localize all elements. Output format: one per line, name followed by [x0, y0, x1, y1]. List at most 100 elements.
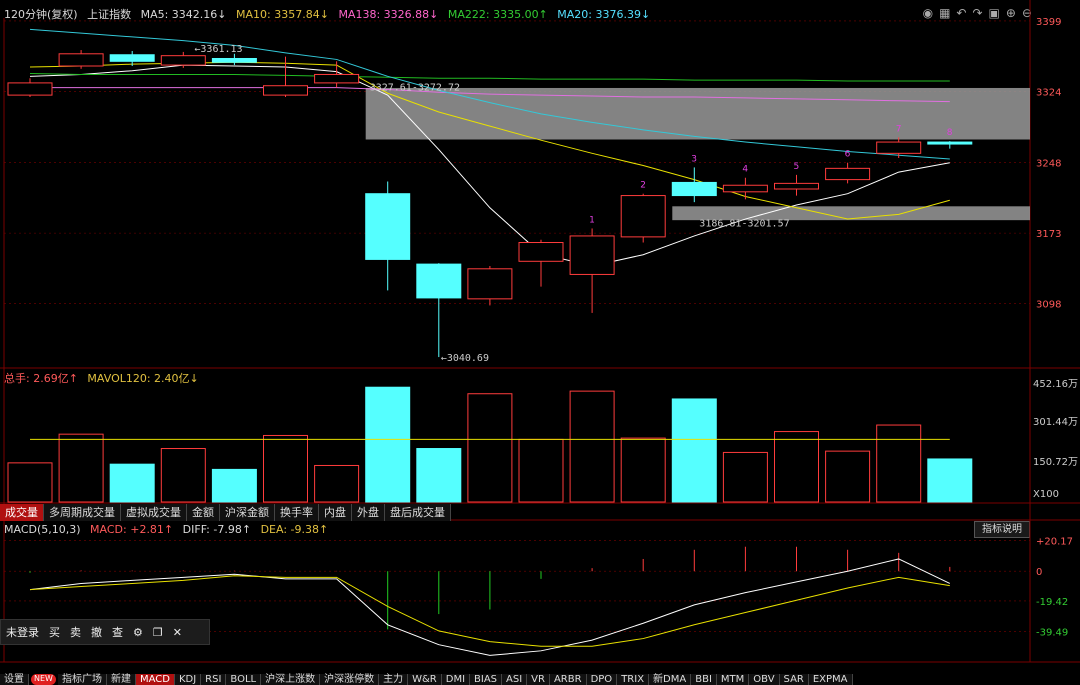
candle-body [774, 182, 819, 190]
trade-toolbar-item[interactable]: 未登录 [1, 624, 44, 640]
indicator-tab[interactable]: 沪深上涨数 [261, 674, 321, 685]
volume-bar [927, 458, 973, 503]
trade-toolbar-item[interactable]: ⚙ [128, 626, 148, 639]
volume-tick-label: 150.72万 [1033, 457, 1078, 468]
indicator-tab[interactable]: ASI [502, 674, 528, 685]
trade-toolbar-item[interactable]: 撤 [86, 624, 107, 640]
candle-body [825, 167, 871, 181]
volume-bar [671, 398, 717, 503]
candle-body [263, 85, 308, 96]
price-tick-label: 3399 [1036, 17, 1061, 28]
indicator-tab[interactable]: DMI [441, 674, 471, 685]
indicator-tab[interactable]: BBI [691, 674, 717, 685]
candle-body [518, 242, 564, 262]
volume-tab[interactable]: 金额 [187, 504, 220, 521]
volume-tick-label: 452.16万 [1033, 379, 1078, 390]
indicator-tab[interactable]: RSI [201, 674, 227, 685]
trade-toolbar: 未登录买卖撤查 ⚙ ❐ ✕ [0, 619, 210, 645]
indicator-tab[interactable]: DPO [586, 674, 618, 685]
indicator-tab[interactable]: MTM [716, 674, 750, 685]
indicator-tab[interactable]: VR [527, 674, 550, 685]
indicator-tab[interactable]: 新DMA [649, 674, 692, 685]
volume-tab[interactable]: 成交量 [0, 504, 44, 521]
indicator-tab[interactable]: OBV [749, 674, 780, 685]
volume-bar [825, 450, 871, 503]
volume-tick-label: 301.44万 [1033, 417, 1078, 428]
stock-chart[interactable]: 3399 3324 3248 3173 3098 1 2 3 4 5 6 7 8 ←3361.13 3327… [0, 0, 1080, 685]
candle-count-label: 1 [589, 215, 595, 225]
indicator-tab[interactable]: 指标广场 [57, 674, 107, 685]
volume-bar [160, 448, 206, 503]
volume-tab[interactable]: 沪深金额 [220, 504, 275, 521]
volume-bar [722, 451, 768, 503]
price-annotation: 3327.61-3272.72 [370, 82, 460, 93]
indicator-tab[interactable]: BIAS [470, 674, 503, 685]
volume-bar [518, 438, 564, 503]
candle-count-label: 5 [794, 162, 800, 172]
price-annotation: ←3361.13 [194, 44, 242, 55]
candle-count-label: 7 [896, 124, 902, 134]
volume-bar [569, 390, 615, 503]
indicator-tab[interactable]: MACD [135, 674, 175, 685]
macd-tick-label: -19.42 [1036, 597, 1068, 608]
candle-body [416, 263, 462, 299]
indicator-tab[interactable]: TRIX [617, 674, 650, 685]
trade-toolbar-item[interactable]: 查 [107, 624, 128, 640]
volume-tab[interactable]: 虚拟成交量 [121, 504, 187, 521]
candle-body [927, 141, 973, 145]
volume-bar [263, 434, 308, 503]
indicator-tabs: 设置 NEW 指标广场 新建 MACD KDJ RSI BOLL 沪深上涨数 沪深涨停数 主力 W&R… [0, 674, 853, 685]
price-tick-label: 3248 [1036, 159, 1061, 170]
low-price-annotation: ←3040.69 [441, 353, 489, 364]
volume-bar [876, 424, 922, 503]
candle-body [620, 195, 666, 238]
indicator-tab[interactable]: 沪深涨停数 [320, 674, 380, 685]
indicator-tab[interactable]: EXPMA [808, 674, 853, 685]
indicator-tab[interactable]: 主力 [379, 674, 409, 685]
candle-body [58, 53, 104, 67]
new-badge: NEW [31, 674, 56, 685]
volume-bar [109, 463, 155, 503]
volume-bar [416, 448, 462, 503]
price-tick-label: 3324 [1036, 87, 1061, 98]
volume-bar [58, 433, 104, 503]
volume-bar [211, 468, 257, 503]
trade-toolbar-item[interactable]: ✕ [168, 626, 187, 639]
volume-tabs: 成交量 多周期成交量 虚拟成交量 金额 沪深金额 换手率 内盘 外盘 盘后成交量 [0, 504, 451, 521]
volume-tab[interactable]: 换手率 [275, 504, 319, 521]
trade-toolbar-item[interactable]: 买 [44, 624, 65, 640]
indicator-tab[interactable]: W&R [408, 674, 442, 685]
indicator-tab[interactable]: BOLL [226, 674, 262, 685]
volume-tab[interactable]: 多周期成交量 [44, 504, 121, 521]
candle-body [314, 73, 360, 84]
volume-bar [7, 462, 53, 503]
candle-count-label: 8 [947, 128, 953, 138]
price-tick-label: 3098 [1036, 300, 1061, 311]
price-tick-label: 3173 [1036, 229, 1061, 240]
ma-line-ma10 [29, 61, 950, 220]
indicator-tab[interactable]: KDJ [174, 674, 202, 685]
candle-body [671, 181, 717, 197]
trade-toolbar-item[interactable]: ❐ [148, 626, 168, 639]
candle-body [467, 268, 513, 300]
indicator-tab[interactable]: 新建 [106, 674, 136, 685]
volume-tick-label: X100 [1033, 489, 1059, 500]
indicator-tab[interactable]: SAR [779, 674, 809, 685]
candle-body [7, 82, 53, 96]
volume-bar [365, 386, 411, 503]
price-annotation: 3186.81-3201.57 [699, 219, 789, 230]
volume-bar [314, 464, 360, 503]
volume-tab[interactable]: 外盘 [352, 504, 385, 521]
indicator-tab[interactable]: ARBR [549, 674, 587, 685]
trade-toolbar-item[interactable]: 卖 [65, 624, 86, 640]
volume-tab[interactable]: 内盘 [319, 504, 352, 521]
gap-zone [365, 87, 1030, 140]
candle-count-label: 2 [640, 181, 646, 191]
indicator-tab[interactable]: 设置 [0, 674, 29, 685]
volume-bar [620, 437, 666, 503]
candle-count-label: 6 [845, 150, 851, 160]
candle-count-label: 4 [742, 165, 748, 175]
volume-tab[interactable]: 盘后成交量 [385, 504, 451, 521]
candle-body [722, 184, 768, 193]
volume-bar [467, 393, 513, 503]
